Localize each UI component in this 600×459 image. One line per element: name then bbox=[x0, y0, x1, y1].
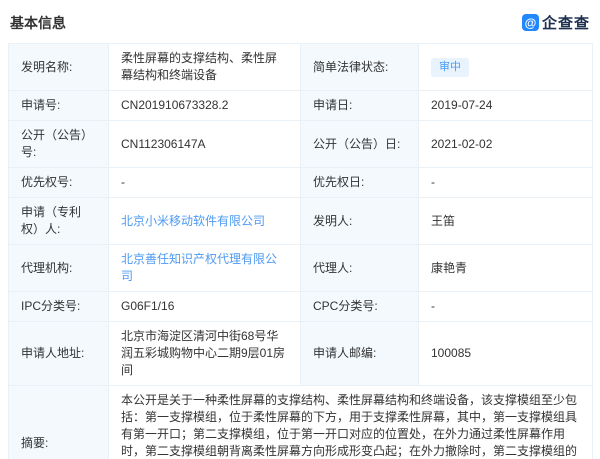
table-row: 申请人地址: 北京市海淀区清河中街68号华润五彩城购物中心二期9层01房间 申请… bbox=[8, 321, 593, 386]
field-label-priority-number: 优先权号: bbox=[8, 167, 109, 198]
status-badge: 审中 bbox=[431, 57, 469, 77]
field-value-ipc-class: G06F1/16 bbox=[108, 291, 301, 322]
page-title: 基本信息 bbox=[10, 14, 66, 31]
field-label-application-number: 申请号: bbox=[8, 90, 109, 121]
field-value-cpc-class: - bbox=[418, 291, 593, 322]
patent-basic-info-page: 基本信息 @ 企查查 发明名称: 柔性屏幕的支撑结构、柔性屏幕结构和终端设备 简… bbox=[0, 0, 600, 459]
field-label-simple-legal-status: 简单法律状态: bbox=[300, 43, 419, 91]
field-label-agent: 代理人: bbox=[300, 244, 419, 292]
page-header: 基本信息 @ 企查查 bbox=[8, 8, 592, 43]
table-row: IPC分类号: G06F1/16 CPC分类号: - bbox=[8, 291, 593, 322]
field-value-agent: 康艳青 bbox=[418, 244, 593, 292]
basic-info-table: 发明名称: 柔性屏幕的支撑结构、柔性屏幕结构和终端设备 简单法律状态: 审中 申… bbox=[8, 43, 593, 459]
table-row: 申请号: CN201910673328.2 申请日: 2019-07-24 bbox=[8, 90, 593, 121]
field-label-cpc-class: CPC分类号: bbox=[300, 291, 419, 322]
field-value-application-number: CN201910673328.2 bbox=[108, 90, 301, 121]
qichacha-logo-icon: @ bbox=[521, 14, 539, 31]
table-row: 申请（专利权）人: 北京小米移动软件有限公司 发明人: 王笛 bbox=[8, 197, 593, 245]
field-value-publication-number: CN112306147A bbox=[108, 120, 301, 168]
field-value-abstract: 本公开是关于一种柔性屏幕的支撑结构、柔性屏幕结构和终端设备，该支撑模组至少包括：… bbox=[108, 385, 593, 459]
field-value-applicant-address: 北京市海淀区清河中街68号华润五彩城购物中心二期9层01房间 bbox=[108, 321, 301, 386]
field-label-applicant-address: 申请人地址: bbox=[8, 321, 109, 386]
field-value-application-date: 2019-07-24 bbox=[418, 90, 593, 121]
field-label-invention-title: 发明名称: bbox=[8, 43, 109, 91]
field-label-agency: 代理机构: bbox=[8, 244, 109, 292]
table-row: 公开（公告）号: CN112306147A 公开（公告）日: 2021-02-0… bbox=[8, 120, 593, 168]
field-value-simple-legal-status: 审中 bbox=[418, 43, 593, 91]
qichacha-brand: @ 企查查 bbox=[521, 12, 590, 33]
field-value-invention-title: 柔性屏幕的支撑结构、柔性屏幕结构和终端设备 bbox=[108, 43, 301, 91]
field-label-applicant: 申请（专利权）人: bbox=[8, 197, 109, 245]
field-label-publication-number: 公开（公告）号: bbox=[8, 120, 109, 168]
table-row: 代理机构: 北京善任知识产权代理有限公司 代理人: 康艳青 bbox=[8, 244, 593, 292]
field-label-publication-date: 公开（公告）日: bbox=[300, 120, 419, 168]
field-value-publication-date: 2021-02-02 bbox=[418, 120, 593, 168]
field-label-abstract: 摘要: bbox=[8, 385, 109, 459]
qichacha-brand-text: 企查查 bbox=[541, 15, 590, 32]
agency-company-link[interactable]: 北京善任知识产权代理有限公司 bbox=[108, 244, 301, 292]
table-row: 优先权号: - 优先权日: - bbox=[8, 167, 593, 198]
field-value-priority-date: - bbox=[418, 167, 593, 198]
field-label-ipc-class: IPC分类号: bbox=[8, 291, 109, 322]
field-value-applicant-zipcode: 100085 bbox=[418, 321, 593, 386]
field-label-applicant-zipcode: 申请人邮编: bbox=[300, 321, 419, 386]
table-row-abstract: 摘要: 本公开是关于一种柔性屏幕的支撑结构、柔性屏幕结构和终端设备，该支撑模组至… bbox=[8, 385, 593, 459]
field-value-priority-number: - bbox=[108, 167, 301, 198]
field-label-inventor: 发明人: bbox=[300, 197, 419, 245]
field-label-priority-date: 优先权日: bbox=[300, 167, 419, 198]
applicant-company-link[interactable]: 北京小米移动软件有限公司 bbox=[108, 197, 301, 245]
table-row: 发明名称: 柔性屏幕的支撑结构、柔性屏幕结构和终端设备 简单法律状态: 审中 bbox=[8, 43, 593, 91]
field-label-application-date: 申请日: bbox=[300, 90, 419, 121]
field-value-inventor: 王笛 bbox=[418, 197, 593, 245]
